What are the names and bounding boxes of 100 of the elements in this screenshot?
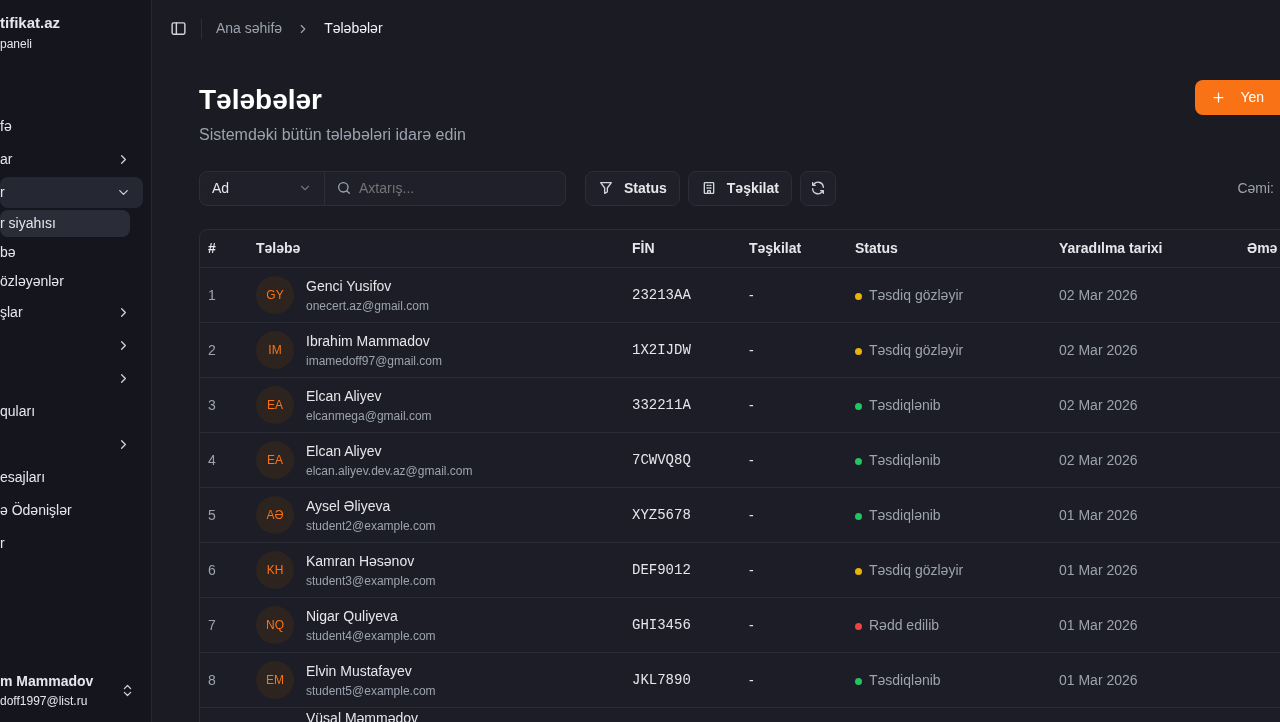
created-date: 01 Mar 2026	[1059, 671, 1138, 688]
status-text: Təsdiqlənib	[869, 396, 941, 413]
refresh-button[interactable]	[799, 170, 836, 206]
student-email: student4@example.com	[306, 627, 436, 645]
row-number: 6	[208, 561, 216, 578]
fin-code: GHI3456	[632, 617, 691, 634]
created-date: 02 Mar 2026	[1059, 286, 1138, 303]
avatar: KH	[256, 551, 294, 590]
avatar: AƏ	[256, 496, 294, 535]
row-number: 5	[208, 506, 216, 523]
sidebar-item[interactable]: esajları	[0, 461, 143, 493]
column-header: Status	[847, 229, 1051, 268]
fin-code: JKL7890	[632, 672, 691, 689]
student-name: Aysel Əliyeva	[306, 496, 392, 516]
row-number: 2	[208, 341, 216, 358]
student-name: Elcan Aliyev	[306, 441, 383, 461]
status-text: Təsdiqlənib	[869, 671, 941, 688]
status-filter-button[interactable]: Status	[585, 170, 680, 206]
organization-filter-button[interactable]: Təşkilat	[687, 170, 792, 206]
breadcrumb-link[interactable]: Ana səhifə	[216, 18, 283, 39]
fin-code: DEF9012	[632, 562, 691, 579]
avatar: EA	[256, 441, 294, 480]
user-email: doff1997@list.ru	[0, 693, 89, 710]
search-field[interactable]: Axtarış...	[325, 170, 566, 206]
row-number: 4	[208, 451, 216, 468]
avatar: IM	[256, 331, 294, 370]
filter-icon	[598, 180, 614, 197]
student-email: onecert.az@gmail.com	[306, 297, 429, 315]
brand-name: tifikat.az	[0, 13, 61, 33]
field-select[interactable]: Ad	[199, 170, 325, 206]
status-text: Təsdiq gözləyir	[869, 561, 964, 578]
page-title: Tələbələr	[199, 83, 323, 117]
row-number: 3	[208, 396, 216, 413]
student-name: Kamran Həsənov	[306, 551, 416, 571]
status-text: Təsdiqlənib	[869, 506, 941, 523]
column-header: Tələbə	[248, 229, 624, 268]
organization-value: -	[749, 506, 754, 523]
sidebar-item[interactable]: ar	[0, 143, 143, 175]
avatar: EA	[256, 386, 294, 425]
student-email: student2@example.com	[306, 517, 436, 535]
plus-icon	[1211, 90, 1227, 105]
student-email: imamedoff97@gmail.com	[306, 352, 442, 370]
brand-subtitle: paneli	[0, 35, 34, 53]
fin-code: 7CWVQ8Q	[632, 452, 691, 469]
sidebar-item[interactable]: quları	[0, 395, 143, 427]
fin-code: XYZ5678	[632, 507, 691, 524]
organization-value: -	[749, 561, 754, 578]
created-date: 02 Mar 2026	[1059, 341, 1138, 358]
created-date: 02 Mar 2026	[1059, 451, 1138, 468]
student-name: Ibrahim Mammadov	[306, 331, 431, 351]
avatar: EM	[256, 661, 294, 700]
total-count-label: Cəmi:	[1237, 178, 1274, 198]
status-text: Təsdiq gözləyir	[869, 341, 964, 358]
created-date: 01 Mar 2026	[1059, 561, 1138, 578]
sidebar-item[interactable]: ə Ödənişlər	[0, 494, 143, 526]
fin-code: 1X2IJDW	[632, 342, 691, 359]
status-text: Təsdiqlənib	[869, 451, 941, 468]
column-header: FİN	[624, 229, 741, 268]
student-name: Genci Yusifov	[306, 276, 393, 296]
created-date: 01 Mar 2026	[1059, 616, 1138, 633]
student-name: Elcan Aliyev	[306, 386, 383, 406]
student-email: student3@example.com	[306, 572, 436, 590]
avatar: GY	[256, 276, 294, 315]
column-header: #	[200, 229, 248, 268]
column-header: Təşkilat	[741, 229, 847, 268]
student-name: Elvin Mustafayev	[306, 661, 413, 681]
column-header: Yaradılma tarixi	[1051, 229, 1239, 268]
student-email: elcanmega@gmail.com	[306, 407, 432, 425]
created-date: 02 Mar 2026	[1059, 396, 1138, 413]
organization-value: -	[749, 451, 754, 468]
sidebar-subitem[interactable]: bə	[0, 238, 130, 266]
refresh-icon	[809, 180, 826, 197]
fin-code: 332211A	[632, 397, 691, 414]
student-email: elcan.aliyev.dev.az@gmail.com	[306, 462, 473, 480]
sidebar-subitem[interactable]: özləyənlər	[0, 267, 130, 295]
row-number: 7	[208, 616, 216, 633]
sidebar-item[interactable]: r	[0, 527, 143, 559]
organization-value: -	[749, 396, 754, 413]
fin-code: 23213AA	[632, 287, 691, 304]
user-name: m Mammadov	[0, 672, 94, 691]
row-number: 8	[208, 671, 216, 688]
column-header: Əmə	[1239, 229, 1280, 268]
student-name: Nigar Quliyeva	[306, 606, 399, 626]
organization-value: -	[749, 286, 754, 303]
organization-value: -	[749, 341, 754, 358]
sidebar-subitem[interactable]: r siyahısı	[0, 209, 130, 237]
search-icon	[336, 179, 352, 196]
sidebar-item[interactable]: fə	[0, 110, 143, 142]
status-text: Təsdiq gözləyir	[869, 286, 964, 303]
sidebar-toggle-icon[interactable]	[170, 20, 187, 37]
sidebar-item[interactable]: şlar	[0, 296, 143, 328]
student-email: student5@example.com	[306, 682, 436, 700]
organization-value: -	[749, 671, 754, 688]
page-subtitle: Sistemdəki bütün tələbələri idarə edin	[199, 124, 466, 145]
organization-value: -	[749, 616, 754, 633]
created-date: 01 Mar 2026	[1059, 506, 1138, 523]
avatar: NQ	[256, 606, 294, 645]
status-text: Rədd edilib	[869, 616, 940, 633]
row-number: 1	[208, 286, 216, 303]
sidebar-item[interactable]: r	[0, 176, 143, 208]
